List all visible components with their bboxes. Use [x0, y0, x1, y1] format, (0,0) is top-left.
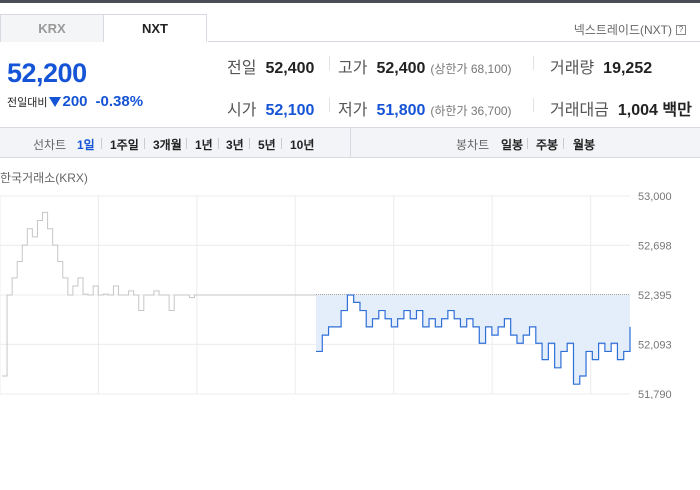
stat-amount: 거래대금 1,004 백만: [550, 96, 692, 120]
prev-close-value: 52,400: [265, 60, 315, 77]
tabs-divider: [208, 41, 700, 42]
open-value: 52,100: [265, 102, 315, 119]
stat-divider: [533, 56, 534, 70]
high-value: 52,400: [376, 60, 426, 77]
down-arrow-icon: [49, 96, 62, 107]
help-icon[interactable]: ?: [676, 24, 686, 35]
stat-low: 저가 51,800 (하한가 36,700): [338, 96, 512, 120]
stat-open: 시가 52,100: [227, 96, 314, 120]
y-tick-label: 52,395: [638, 290, 672, 302]
period-3y[interactable]: 3년: [226, 136, 244, 153]
period-1y[interactable]: 1년: [195, 136, 213, 153]
lower-limit: (하한가 36,700): [430, 104, 512, 118]
price-change: 전일대비 200 -0.38%: [7, 93, 143, 110]
toolbar-separator: [527, 138, 528, 149]
upper-limit: (상한가 68,100): [430, 62, 512, 76]
open-label: 시가: [227, 102, 257, 119]
y-tick-label: 52,698: [638, 240, 672, 252]
current-price: 52,200: [7, 58, 87, 88]
y-tick-label: 51,790: [638, 389, 672, 399]
toolbar-separator: [144, 138, 145, 149]
candle-chart-label: 봉차트: [456, 138, 490, 152]
change-label: 전일대비: [7, 96, 48, 109]
toolbar-separator: [563, 138, 564, 149]
chart-toolbar: 선차트 1일 1주일 3개월 1년 3년 5년 10년 봉차트 일봉 주봉 월봉: [0, 127, 700, 158]
candle-monthly[interactable]: 월봉: [573, 136, 595, 153]
amount-value: 1,004 백만: [617, 102, 692, 119]
period-3m[interactable]: 3개월: [153, 136, 182, 153]
low-value: 51,800: [376, 102, 426, 119]
top-border: [0, 0, 700, 3]
chart-title: 한국거래소(KRX): [0, 171, 88, 185]
tab-nxt[interactable]: NXT: [103, 14, 207, 42]
market-tabs: KRX NXT: [0, 14, 207, 42]
change-percent: -0.38%: [95, 93, 144, 110]
stat-divider: [533, 98, 534, 112]
series-nxt-fill: [316, 295, 630, 385]
market-note-label: 넥스트레이드(NXT): [573, 23, 672, 37]
stat-volume: 거래량 19,252: [550, 54, 652, 78]
intraday-chart: 53,000 52,698 52,395 52,093 51,790: [0, 191, 672, 399]
stat-high: 고가 52,400 (상한가 68,100): [338, 54, 512, 78]
volume-label: 거래량: [550, 60, 595, 77]
toolbar-separator: [249, 138, 250, 149]
period-1w[interactable]: 1주일: [110, 136, 139, 153]
stat-divider: [329, 98, 330, 112]
stat-divider: [329, 56, 330, 70]
y-tick-label: 52,093: [638, 339, 672, 351]
volume-value: 19,252: [603, 60, 653, 77]
prev-close-label: 전일: [227, 60, 257, 77]
tab-krx[interactable]: KRX: [0, 14, 104, 42]
low-label: 저가: [338, 102, 368, 119]
y-tick-label: 53,000: [638, 191, 672, 203]
period-1d[interactable]: 1일: [77, 136, 95, 153]
period-5y[interactable]: 5년: [258, 136, 276, 153]
series-krx-line: [2, 211, 316, 377]
change-amount: 200: [62, 93, 88, 110]
line-chart-label: 선차트: [33, 138, 67, 152]
period-10y[interactable]: 10년: [290, 136, 314, 153]
toolbar-separator: [101, 138, 102, 149]
amount-label: 거래대금: [550, 102, 609, 119]
toolbar-divider: [350, 128, 351, 157]
toolbar-separator: [218, 138, 219, 149]
stat-prev-close: 전일 52,400: [227, 54, 314, 78]
toolbar-separator: [281, 138, 282, 149]
market-note: 넥스트레이드(NXT) ?: [574, 21, 686, 38]
high-label: 고가: [338, 60, 368, 77]
toolbar-separator: [186, 138, 187, 149]
candle-daily[interactable]: 일봉: [501, 136, 523, 153]
candle-weekly[interactable]: 주봉: [536, 136, 558, 153]
